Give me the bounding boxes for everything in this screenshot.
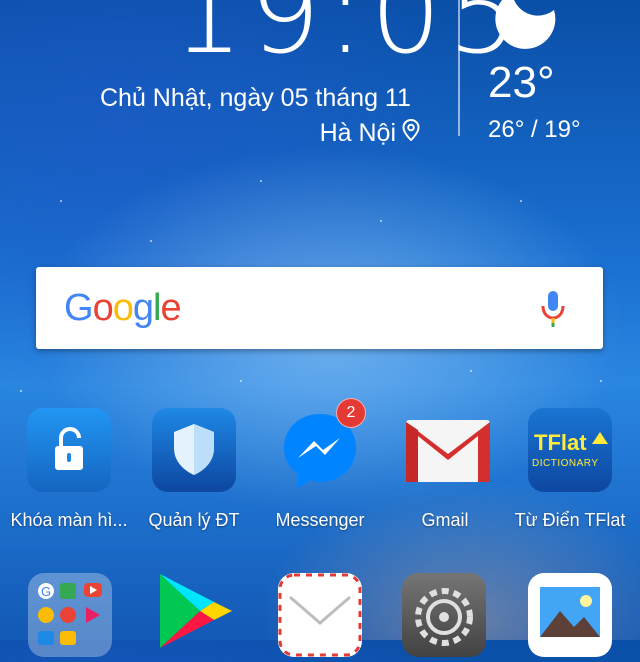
app-label: Từ Điển TFlat [514,510,626,530]
app-messenger[interactable]: 2 Messenger [258,398,382,531]
settings-gear-icon[interactable] [402,573,486,657]
google-logo: Google [64,287,182,330]
moon-icon[interactable] [490,0,562,55]
google-logo-letter: e [160,287,181,329]
clock-date[interactable]: Chủ Nhật, ngày 05 tháng 11 [100,84,411,113]
gmail-icon [403,408,490,492]
star [150,240,152,242]
star [470,370,472,372]
app-phone-manager[interactable]: Quản lý ĐT [132,408,256,531]
star [20,390,22,392]
google-logo-letter: o [112,287,134,329]
weather-range[interactable]: 26° / 19° [488,116,581,144]
city-name: Hà Nội [319,119,396,147]
weather-temperature[interactable]: 23° [488,58,555,108]
app-gmail[interactable]: Gmail [383,408,507,531]
lock-icon [27,408,111,492]
svg-text:G: G [41,584,51,599]
tflat-book-mark [592,432,608,444]
google-folder-icon[interactable]: G [28,573,112,657]
app-label: Khóa màn hì... [10,510,128,530]
mail-envelope-icon[interactable] [278,573,362,657]
google-logo-letter: o [92,287,114,329]
app-label: Quản lý ĐT [148,510,240,530]
star [260,180,262,182]
app-lock-screen[interactable]: Khóa màn hì... [7,408,131,531]
star [600,380,602,382]
play-store-icon[interactable] [152,568,236,652]
messenger-icon: 2 [278,398,366,492]
star [380,220,382,222]
google-logo-letter: G [64,287,94,329]
clock-city[interactable]: Hà Nội [319,118,420,148]
location-pin-icon [402,118,420,148]
app-label: Messenger [275,510,365,530]
star [240,380,242,382]
mic-icon[interactable] [539,289,567,334]
shield-icon [152,408,236,492]
app-tflat[interactable]: TFlat DICTIONARY Từ Điển TFlat [508,408,632,531]
tflat-title: TFlat [534,430,587,455]
star [520,200,522,202]
google-search-bar[interactable]: Google [36,267,603,349]
app-label: Gmail [421,510,469,530]
star [60,200,62,202]
clock-time[interactable]: 19:05 [172,0,525,70]
tflat-subtitle: DICTIONARY [532,458,599,469]
tflat-icon: TFlat DICTIONARY [528,408,612,492]
notification-badge: 2 [336,398,366,428]
gallery-icon[interactable] [528,573,612,657]
widget-divider [458,0,460,136]
google-logo-letter: g [132,287,154,329]
